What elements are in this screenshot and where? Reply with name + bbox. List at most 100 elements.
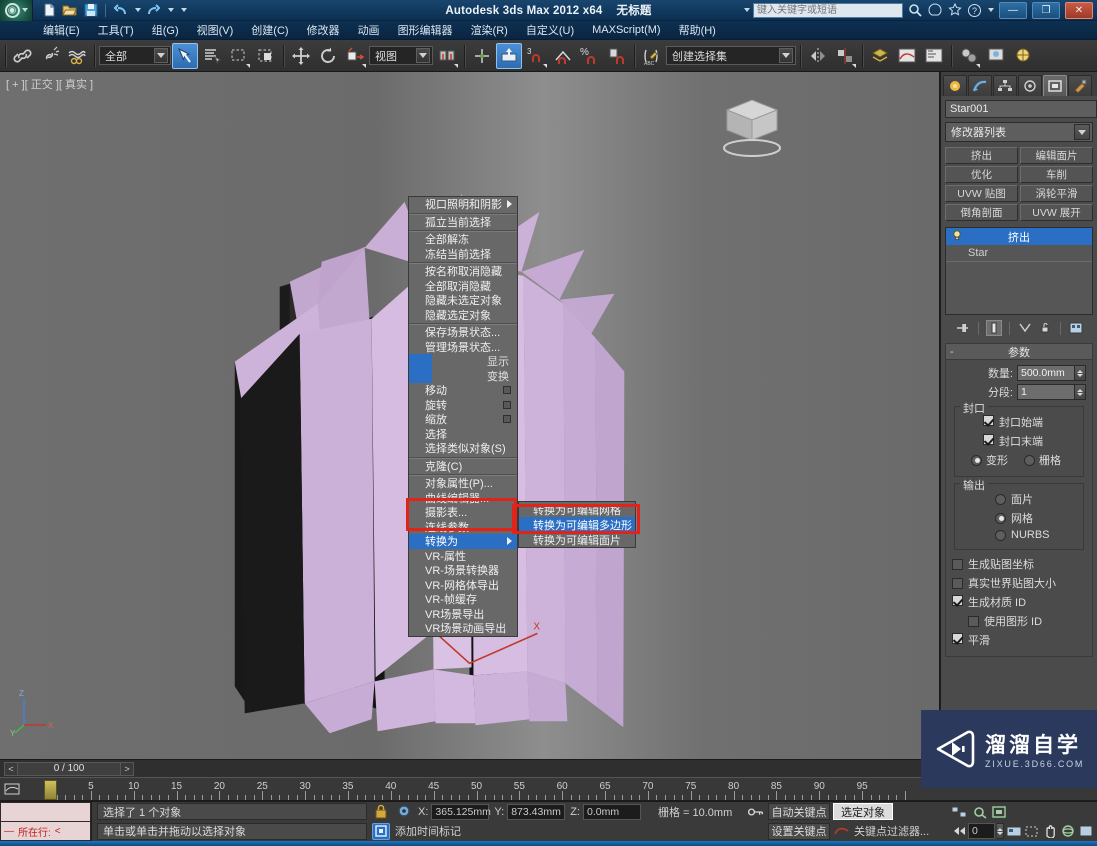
cap-end-checkbox-row[interactable]: 封口末端 <box>961 433 1077 449</box>
coord-y[interactable]: Y: 873.43mm <box>494 803 566 820</box>
snap-toggle-icon[interactable] <box>496 42 522 69</box>
ctx-item-vray-frame-buffer[interactable]: VR-帧缓存 <box>409 592 517 607</box>
percent-snap-icon[interactable]: % <box>577 43 603 69</box>
output-nurbs-radio[interactable] <box>995 529 1006 541</box>
show-end-result-icon[interactable] <box>985 320 1002 336</box>
material-editor-icon[interactable] <box>956 43 982 69</box>
stack-item-extrude[interactable]: 挤出 <box>946 228 1092 245</box>
listener-input-line[interactable]: — 所在行: < <box>0 822 91 841</box>
move-settings-icon[interactable] <box>503 386 511 395</box>
help-icon[interactable]: ? <box>966 2 983 18</box>
modifier-button-bevel-profile[interactable]: 倒角剖面 <box>945 204 1018 221</box>
maximize-button[interactable]: ❐ <box>1032 1 1060 19</box>
frame-spinner-buttons[interactable] <box>997 823 1004 840</box>
ctx-item-save-scene-state[interactable]: 保存场景状态... <box>409 325 517 340</box>
output-patch-row[interactable]: 面片 <box>961 491 1077 507</box>
named-selection-sets-combo[interactable]: 创建选择集 <box>666 46 796 65</box>
angle-snap-toggle-icon[interactable] <box>550 43 576 69</box>
save-file-icon[interactable] <box>81 2 100 19</box>
menu-item-views[interactable]: 视图(V) <box>188 20 243 40</box>
convert-to-submenu[interactable]: 转换为可编辑网格 转换为可编辑多边形 转换为可编辑面片 <box>518 501 636 548</box>
select-link-icon[interactable] <box>10 43 36 69</box>
named-selection-sets-arrow-icon[interactable] <box>779 48 793 63</box>
coord-z[interactable]: Z: 0.0mm <box>570 803 641 820</box>
select-object-icon[interactable] <box>172 42 198 69</box>
lock-selection-icon[interactable] <box>372 803 390 820</box>
menu-item-customize[interactable]: 自定义(U) <box>517 20 583 40</box>
menu-item-maxscript[interactable]: MAXScript(M) <box>583 22 669 38</box>
render-setup-icon[interactable] <box>983 43 1009 69</box>
coord-x-input[interactable]: 365.125mm <box>431 803 491 820</box>
ctx-item-isolate-selection[interactable]: 孤立当前选择 <box>409 215 517 230</box>
ctx-item-viewport-lighting[interactable]: 视口照明和阴影 <box>409 197 517 212</box>
set-key-button[interactable]: 设置关键点 <box>768 822 830 840</box>
open-file-icon[interactable] <box>60 2 79 19</box>
modifier-list-arrow-icon[interactable] <box>1074 124 1090 140</box>
set-key-mode-icon[interactable] <box>747 803 765 820</box>
smooth-row[interactable]: 平滑 <box>952 632 1086 648</box>
viewport[interactable]: Y X [ + ][ 正交 ][ 真实 ] Z X Y <box>0 72 940 759</box>
ctx-item-hide-unselected[interactable]: 隐藏未选定对象 <box>409 293 517 308</box>
menu-item-edit[interactable]: 编辑(E) <box>34 20 89 40</box>
quad-label-transform[interactable]: 变换 <box>409 368 517 383</box>
infocenter-caret-icon[interactable] <box>744 8 750 12</box>
rotate-settings-icon[interactable] <box>503 400 511 409</box>
modifier-button-uvw-map[interactable]: UVW 贴图 <box>945 185 1018 202</box>
ctx-item-vray-properties[interactable]: VR-属性 <box>409 549 517 564</box>
motion-tab[interactable] <box>1018 74 1042 96</box>
output-nurbs-row[interactable]: NURBS <box>961 529 1077 541</box>
amount-spinner-buttons[interactable] <box>1075 365 1086 381</box>
ctx-item-manage-scene-state[interactable]: 管理场景状态... <box>409 340 517 355</box>
modify-tab[interactable] <box>968 74 992 96</box>
amount-spinner[interactable]: 500.0mm <box>1017 365 1086 381</box>
select-and-manipulate-icon[interactable] <box>469 43 495 69</box>
scale-settings-icon[interactable] <box>503 415 511 424</box>
customize-qat-icon[interactable] <box>177 2 189 19</box>
menu-item-rendering[interactable]: 渲染(R) <box>462 20 517 40</box>
select-move-icon[interactable] <box>288 43 314 69</box>
search-icon[interactable] <box>906 2 923 18</box>
schematic-view-icon[interactable] <box>921 43 947 69</box>
gen-map-coords-row[interactable]: 生成贴图坐标 <box>952 556 1086 572</box>
pin-stack-icon[interactable] <box>955 320 971 336</box>
undo-dropdown-icon[interactable] <box>132 2 142 19</box>
time-slider-handle[interactable] <box>44 780 57 800</box>
selection-filter-arrow-icon[interactable] <box>154 48 168 63</box>
key-filters-label[interactable]: 关键点过滤器... <box>854 823 929 839</box>
absolute-relative-transform-icon[interactable] <box>395 803 413 820</box>
field-of-view-icon[interactable] <box>1024 823 1040 840</box>
use-shape-ids-row[interactable]: 使用图形 ID <box>952 613 1086 629</box>
new-file-icon[interactable] <box>39 2 58 19</box>
modifier-button-lathe[interactable]: 车削 <box>1020 166 1093 183</box>
stack-item-star[interactable]: Star <box>946 245 1092 262</box>
segments-spinner-buttons[interactable] <box>1075 384 1086 400</box>
ctx-item-object-properties[interactable]: 对象属性(P)... <box>409 476 517 491</box>
window-crossing-icon[interactable] <box>253 43 279 69</box>
modifier-button-extrude[interactable]: 挤出 <box>945 147 1018 164</box>
time-configuration-icon[interactable] <box>1006 823 1022 840</box>
favorites-star-icon[interactable] <box>946 2 963 18</box>
maximize-viewport-icon[interactable] <box>1078 823 1094 840</box>
selected-objects-filter[interactable]: 选定对象 <box>833 803 893 821</box>
unlink-icon[interactable] <box>37 43 63 69</box>
selection-filter-combo[interactable]: 全部 <box>99 46 171 65</box>
make-unique-icon[interactable] <box>1017 320 1033 336</box>
select-by-name-icon[interactable] <box>199 43 225 69</box>
coord-y-input[interactable]: 873.43mm <box>507 803 566 820</box>
render-frame-icon[interactable] <box>1010 43 1036 69</box>
application-menu-button[interactable]: ◉ <box>0 0 33 21</box>
bind-space-warp-icon[interactable] <box>64 43 90 69</box>
modifier-stack[interactable]: 挤出 Star <box>945 227 1093 315</box>
rectangular-region-icon[interactable] <box>226 43 252 69</box>
ctx-item-clone[interactable]: 克隆(C) <box>409 459 517 474</box>
use-pivot-center-icon[interactable] <box>434 43 460 69</box>
reference-coordinate-combo[interactable]: 视图 <box>369 46 433 65</box>
ctx-item-vray-scene-export[interactable]: VR场景导出 <box>409 607 517 622</box>
close-button[interactable]: ✕ <box>1065 1 1093 19</box>
ctx-item-wire-parameters[interactable]: 连线参数... <box>409 520 517 535</box>
object-name-input[interactable] <box>945 100 1097 118</box>
configure-modifier-sets-icon[interactable] <box>1068 320 1084 336</box>
mirror-icon[interactable] <box>805 43 831 69</box>
lightbulb-icon[interactable] <box>952 229 962 244</box>
submenu-item-editable-poly[interactable]: 转换为可编辑多边形 <box>519 517 635 532</box>
